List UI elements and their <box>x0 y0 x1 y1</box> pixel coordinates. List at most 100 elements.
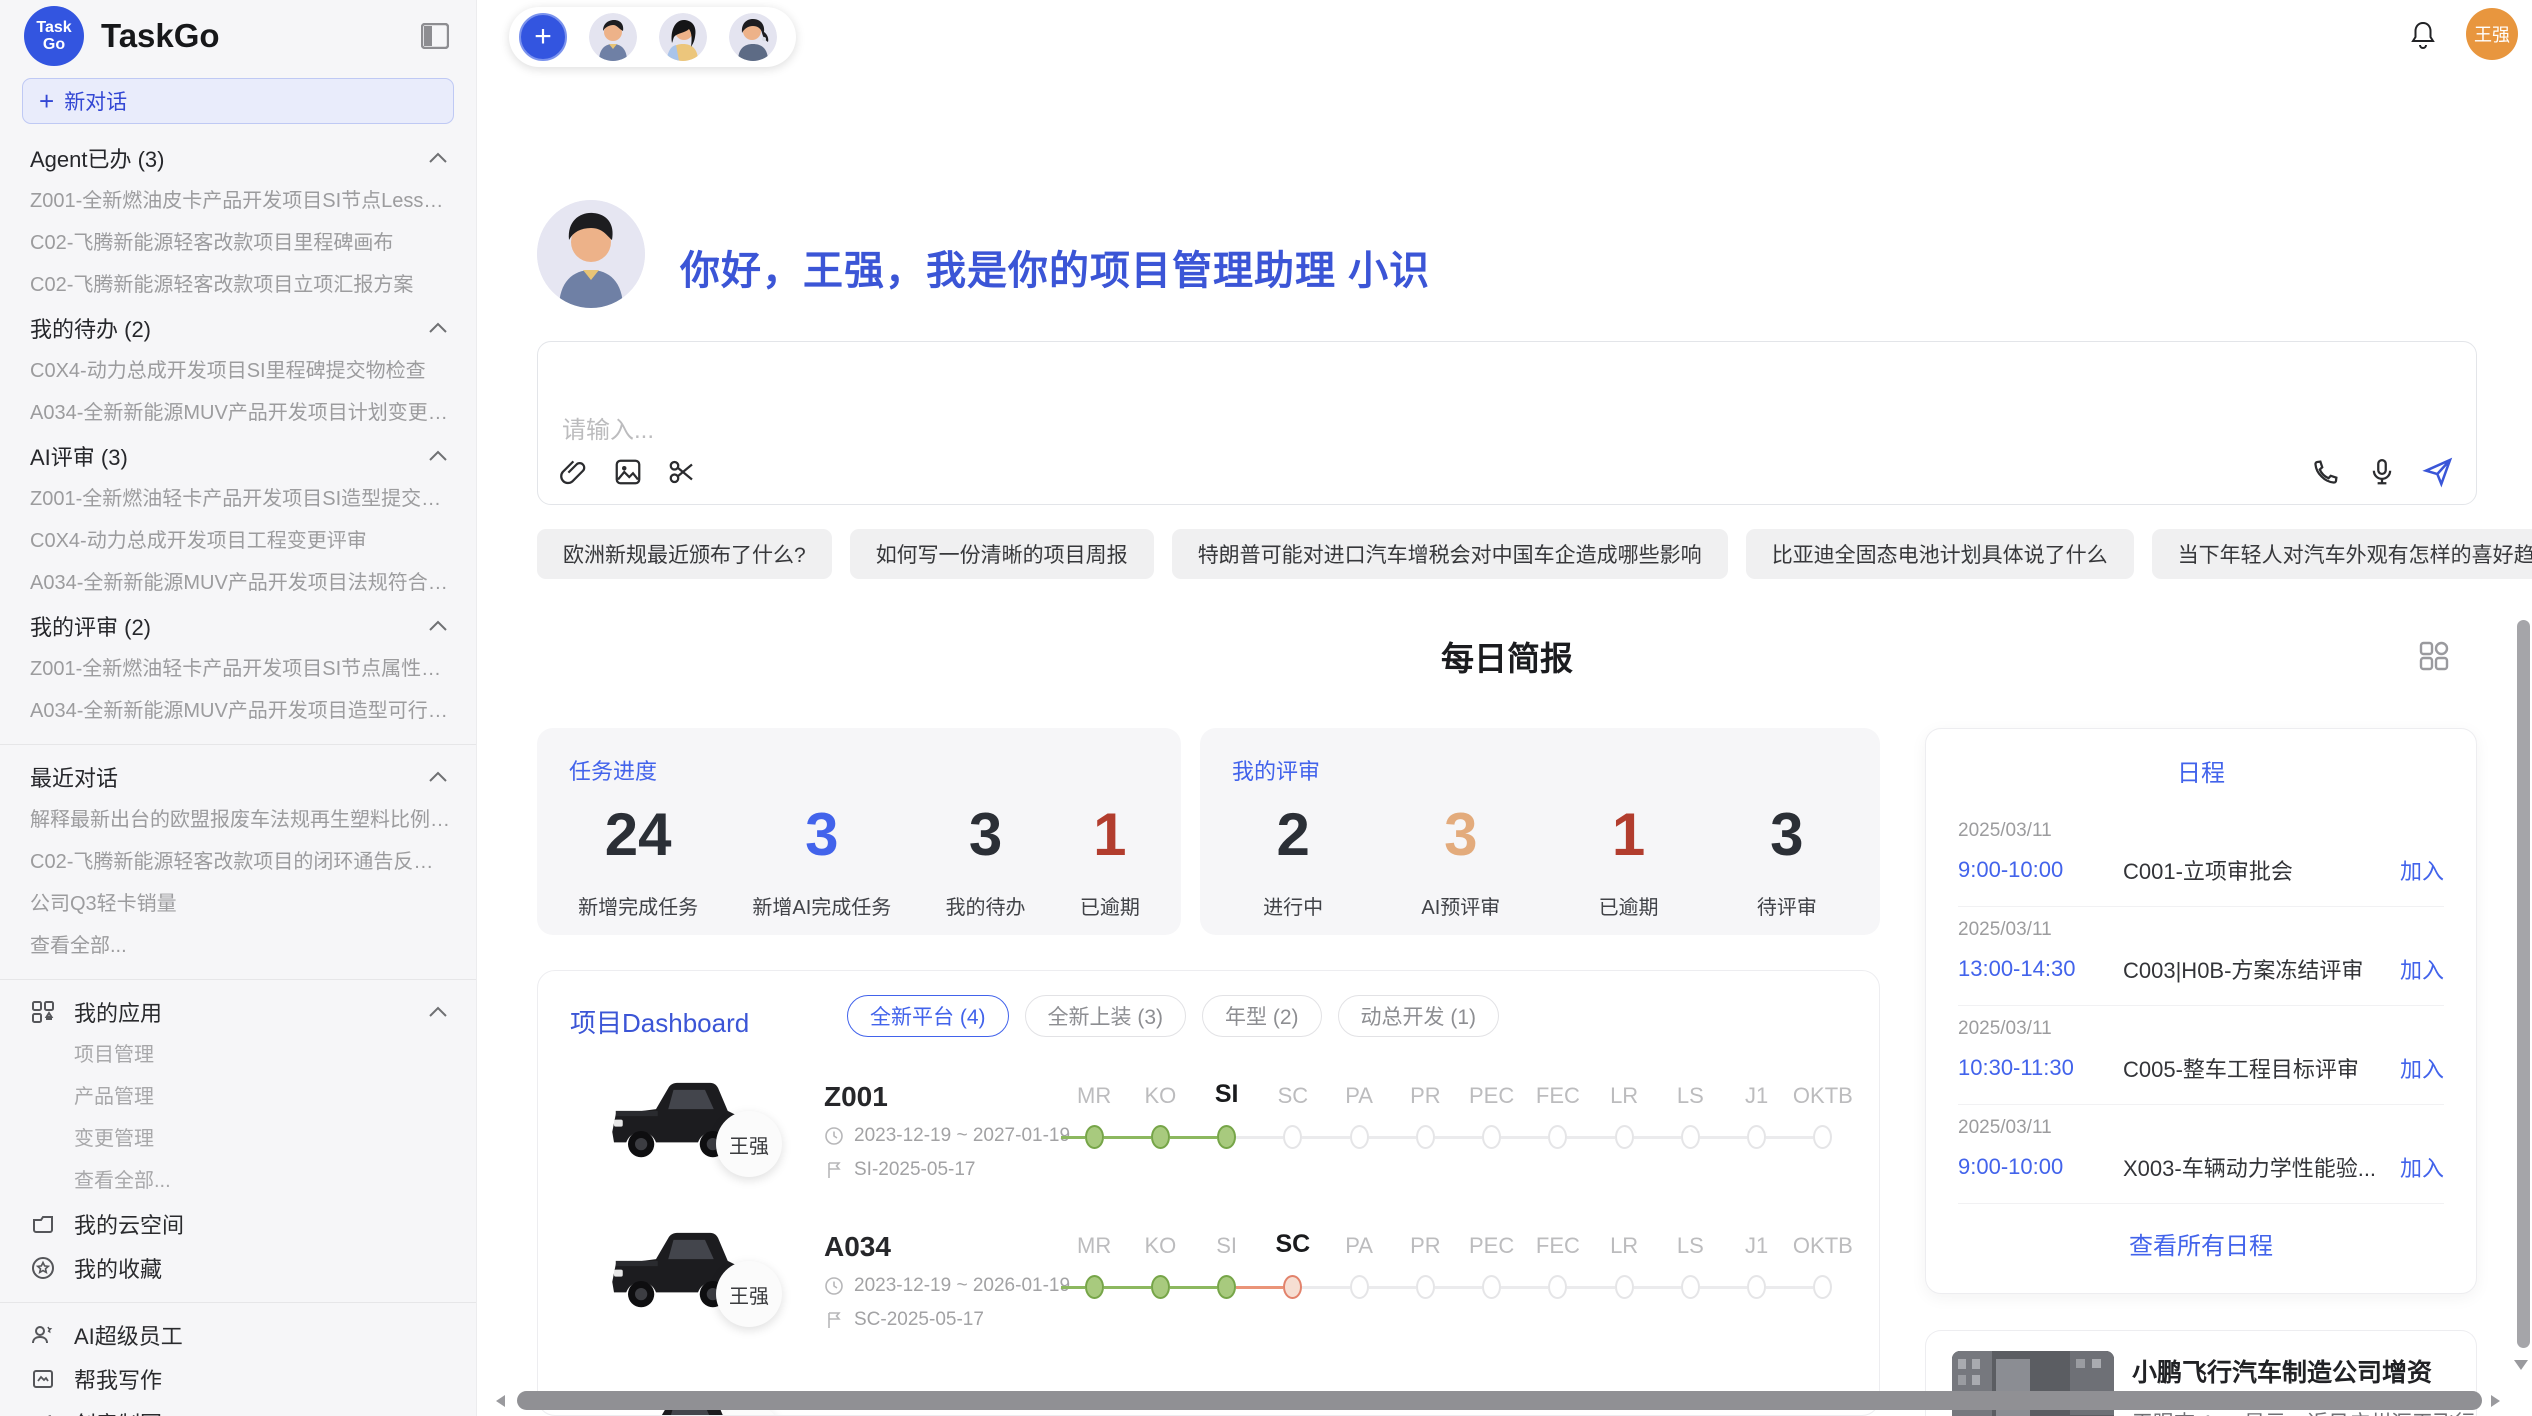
suggestion-chip[interactable]: 特朗普可能对进口汽车增税会对中国车企造成哪些影响 <box>1172 529 1728 579</box>
taskgo-logo: Task Go <box>24 6 84 66</box>
tab-powertrain[interactable]: 动总开发 (1) <box>1338 995 1500 1037</box>
schedule-title: 日程 <box>1958 753 2444 788</box>
tab-new-body[interactable]: 全新上装 (3) <box>1025 995 1187 1037</box>
recent-view-all-link[interactable]: 查看全部... <box>0 925 476 967</box>
sidebar-item-help-write[interactable]: 帮我写作 <box>0 1357 476 1401</box>
schedule-event: 2025/03/11 13:00-14:30C003|H0B-方案冻结评审加入 <box>1958 907 2444 1006</box>
agent-avatar-2[interactable] <box>659 13 707 61</box>
apps-view-all-link[interactable]: 查看全部... <box>0 1160 476 1202</box>
sidebar-collapse-icon[interactable] <box>418 21 452 51</box>
milestone-timeline: MRKOSISCPAPRPECFECLRLSJ1OKTB <box>1061 1223 1856 1307</box>
scroll-left-arrow[interactable] <box>496 1395 505 1407</box>
agent-avatar-3[interactable] <box>729 13 777 61</box>
layout-grid-icon[interactable] <box>2416 638 2452 674</box>
sidebar-task-item[interactable]: A034-全新新能源MUV产品开发项目法规符合性评审 <box>0 562 476 604</box>
tab-new-platform[interactable]: 全新平台 (4) <box>847 995 1009 1037</box>
milestone-dot <box>1085 1125 1104 1149</box>
send-icon[interactable] <box>2422 456 2454 488</box>
project-owner-badge: 王强 <box>716 1111 782 1177</box>
section-header-ai-review[interactable]: AI评审 (3) <box>0 434 476 478</box>
chevron-up-icon <box>428 322 448 334</box>
sidebar-item-creative-draw[interactable]: 创意制图 <box>0 1401 476 1416</box>
add-agent-button[interactable]: + <box>519 13 567 61</box>
sidebar-task-item[interactable]: C02-飞腾新能源轻客改款项目里程碑画布 <box>0 222 476 264</box>
suggestion-chip[interactable]: 如何写一份清晰的项目周报 <box>850 529 1154 579</box>
stat-my-todo: 3我的待办 <box>946 805 1026 920</box>
milestone-dot <box>1747 1275 1766 1299</box>
new-chat-button[interactable]: + 新对话 <box>22 78 454 124</box>
phone-call-icon[interactable] <box>2310 456 2342 488</box>
recent-chat-item[interactable]: C02-飞腾新能源轻客改款项目的闭环通告反馈情况 <box>0 841 476 883</box>
sidebar-task-item[interactable]: A034-全新新能源MUV产品开发项目造型可行性评审 <box>0 690 476 732</box>
milestone-dot <box>1548 1275 1567 1299</box>
flag-icon <box>824 1310 844 1330</box>
milestone-dot <box>1350 1275 1369 1299</box>
microphone-icon[interactable] <box>2366 456 2398 488</box>
sidebar-task-item[interactable]: C0X4-动力总成开发项目SI里程碑提交物检查 <box>0 350 476 392</box>
milestone-dot <box>1615 1275 1634 1299</box>
new-chat-label: 新对话 <box>64 86 127 116</box>
user-avatar[interactable]: 王强 <box>2466 8 2518 60</box>
event-time: 10:30-11:30 <box>1958 1055 2123 1081</box>
section-header-recent-chats[interactable]: 最近对话 <box>0 755 476 799</box>
suggestion-chip[interactable]: 当下年轻人对汽车外观有怎样的喜好趋势 <box>2152 529 2532 579</box>
milestone-label: OKTB <box>1793 1223 1853 1259</box>
milestone-dot <box>1548 1125 1567 1149</box>
sidebar-task-item[interactable]: Z001-全新燃油轻卡产品开发项目SI节点属性5D文件评审 <box>0 648 476 690</box>
join-link[interactable]: 加入 <box>2400 854 2444 886</box>
sidebar-task-item[interactable]: C0X4-动力总成开发项目工程变更评审 <box>0 520 476 562</box>
sidebar-item-ai-employees[interactable]: AI超级员工 <box>0 1313 476 1357</box>
join-link[interactable]: 加入 <box>2400 1151 2444 1183</box>
star-icon <box>30 1255 56 1281</box>
milestone-label: KO <box>1144 1073 1176 1109</box>
image-upload-icon[interactable] <box>612 456 644 488</box>
message-composer[interactable]: 请输入... <box>537 341 2477 505</box>
milestone-dot <box>1217 1275 1236 1299</box>
tab-year-model[interactable]: 年型 (2) <box>1202 995 1322 1037</box>
sidebar-task-item[interactable]: C02-飞腾新能源轻客改款项目立项汇报方案 <box>0 264 476 306</box>
milestone-label: LR <box>1610 1073 1638 1109</box>
view-all-schedule-link[interactable]: 查看所有日程 <box>1958 1204 2444 1283</box>
sidebar-item-cloud-space[interactable]: 我的云空间 <box>0 1202 476 1246</box>
logo-text-bottom: Go <box>43 36 65 53</box>
horizontal-scrollbar-thumb[interactable] <box>517 1391 2482 1410</box>
sidebar-task-item[interactable]: Z001-全新燃油皮卡产品开发项目SI节点Lesson Learn报告 <box>0 180 476 222</box>
horizontal-scrollbar[interactable] <box>490 1390 2532 1412</box>
event-date: 2025/03/11 <box>1958 820 2444 842</box>
app-item[interactable]: 产品管理 <box>0 1076 476 1118</box>
scissors-icon[interactable] <box>666 456 698 488</box>
scroll-right-arrow[interactable] <box>2491 1395 2500 1407</box>
recent-chat-item[interactable]: 解释最新出台的欧盟报废车法规再生塑料比例被调至15%... <box>0 799 476 841</box>
milestone-dot <box>1416 1275 1435 1299</box>
milestone-label: OKTB <box>1793 1073 1853 1109</box>
suggestion-chips: 欧洲新规最近颁布了什么? 如何写一份清晰的项目周报 特朗普可能对进口汽车增税会对… <box>537 529 2532 579</box>
suggestion-chip[interactable]: 欧洲新规最近颁布了什么? <box>537 529 832 579</box>
project-owner-badge: 王强 <box>716 1261 782 1327</box>
sidebar-task-item[interactable]: Z001-全新燃油轻卡产品开发项目SI造型提交物评审 <box>0 478 476 520</box>
schedule-card: 日程 2025/03/11 9:00-10:00C001-立项审批会加入 202… <box>1925 728 2477 1294</box>
section-header-agent-done[interactable]: Agent已办 (3) <box>0 136 476 180</box>
agent-avatar-1[interactable] <box>589 13 637 61</box>
sidebar-item-favorites[interactable]: 我的收藏 <box>0 1246 476 1290</box>
app-item[interactable]: 变更管理 <box>0 1118 476 1160</box>
scroll-down-arrow[interactable] <box>2514 1360 2528 1370</box>
app-item[interactable]: 项目管理 <box>0 1034 476 1076</box>
section-header-my-todo[interactable]: 我的待办 (2) <box>0 306 476 350</box>
notification-bell-icon[interactable] <box>2408 19 2438 49</box>
recent-chat-item[interactable]: 公司Q3轻卡销量 <box>0 883 476 925</box>
schedule-event: 2025/03/11 9:00-10:00C001-立项审批会加入 <box>1958 808 2444 907</box>
vertical-scrollbar[interactable] <box>2517 620 2530 1348</box>
milestone-dot <box>1813 1125 1832 1149</box>
join-link[interactable]: 加入 <box>2400 953 2444 985</box>
milestone-label: FEC <box>1536 1073 1580 1109</box>
milestone-label: J1 <box>1745 1223 1768 1259</box>
join-link[interactable]: 加入 <box>2400 1052 2444 1084</box>
suggestion-chip[interactable]: 比亚迪全固态电池计划具体说了什么 <box>1746 529 2134 579</box>
sidebar-task-item[interactable]: A034-全新新能源MUV产品开发项目计划变更表编写 <box>0 392 476 434</box>
milestone-dot <box>1085 1275 1104 1299</box>
sidebar-item-my-apps[interactable]: 我的应用 <box>0 990 476 1034</box>
milestone-dot <box>1747 1125 1766 1149</box>
attachment-icon[interactable] <box>558 456 590 488</box>
milestone-dot <box>1813 1275 1832 1299</box>
section-header-my-review[interactable]: 我的评审 (2) <box>0 604 476 648</box>
